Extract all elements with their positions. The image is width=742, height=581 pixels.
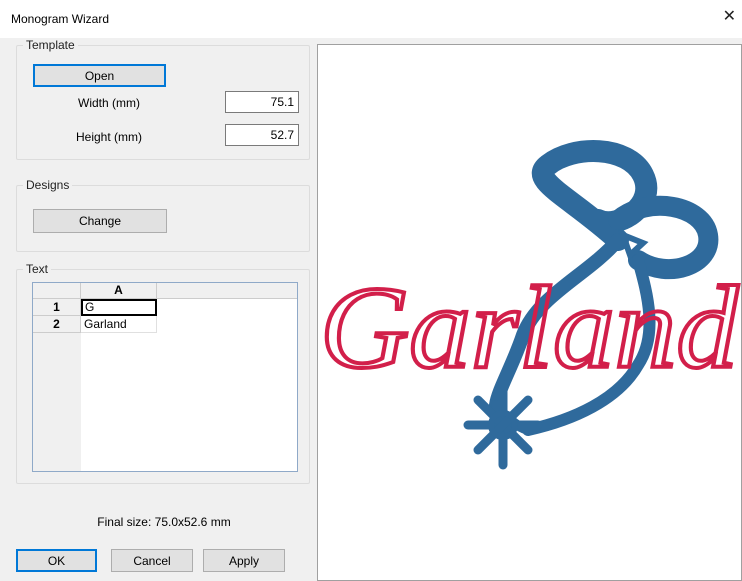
text-grid[interactable]: A 1 G 2 Garland (32, 282, 298, 472)
text-legend: Text (26, 262, 49, 276)
row-header-1[interactable]: 1 (33, 299, 81, 316)
close-icon[interactable]: ✕ (723, 9, 736, 25)
grid-corner (33, 283, 81, 299)
window-title: Monogram Wizard (11, 12, 110, 26)
column-header-filler (157, 283, 297, 299)
designs-legend: Designs (26, 178, 70, 192)
template-legend: Template (26, 38, 75, 52)
final-size-label: Final size: 75.0x52.6 mm (97, 515, 231, 529)
title-bar: Monogram Wizard ✕ (0, 0, 742, 38)
grid-cell-a1[interactable]: G (81, 299, 157, 316)
monogram-preview: Garland (318, 140, 741, 470)
height-input[interactable] (225, 124, 299, 146)
open-button[interactable]: Open (33, 64, 166, 87)
ok-button[interactable]: OK (16, 549, 97, 572)
grid-cell-a2[interactable]: Garland (81, 316, 157, 333)
width-label: Width (mm) (78, 96, 140, 110)
snowflake-motif (463, 380, 543, 470)
cancel-button[interactable]: Cancel (111, 549, 193, 572)
preview-pane: Garland (317, 44, 742, 581)
apply-button[interactable]: Apply (203, 549, 285, 572)
row-header-2[interactable]: 2 (33, 316, 81, 333)
width-input[interactable] (225, 91, 299, 113)
height-label: Height (mm) (76, 130, 143, 144)
change-button[interactable]: Change (33, 209, 167, 233)
monogram-text: Garland (320, 262, 739, 393)
column-header-a[interactable]: A (81, 283, 157, 299)
